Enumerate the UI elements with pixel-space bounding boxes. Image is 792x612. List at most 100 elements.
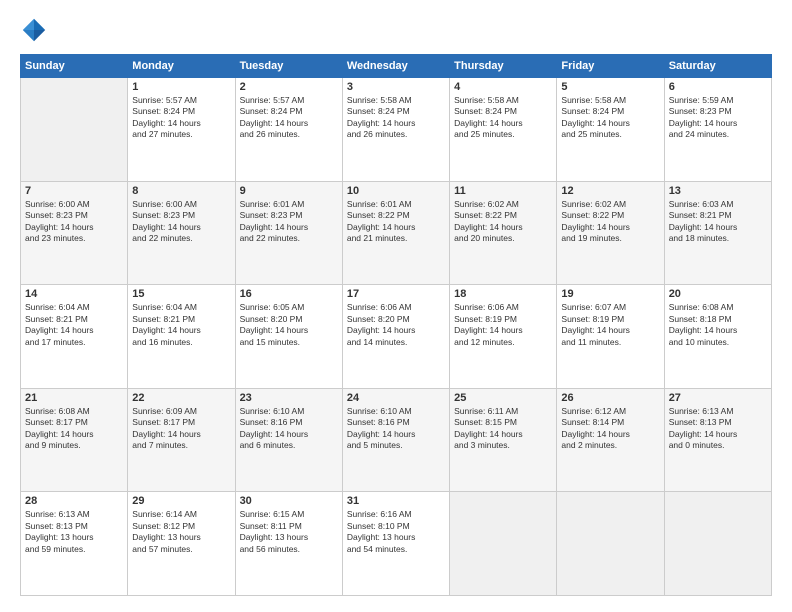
calendar-cell: 9 Sunrise: 6:01 AM Sunset: 8:23 PM Daylig… [235,181,342,285]
calendar-week-2: 7 Sunrise: 6:00 AM Sunset: 8:23 PM Daylig… [21,181,772,285]
day-info: Sunrise: 6:07 AM Sunset: 8:19 PM Dayligh… [561,302,659,348]
day-info: Sunrise: 6:02 AM Sunset: 8:22 PM Dayligh… [454,199,552,245]
weekday-header-row: SundayMondayTuesdayWednesdayThursdayFrid… [21,55,772,78]
day-number: 1 [132,81,230,93]
day-info: Sunrise: 6:00 AM Sunset: 8:23 PM Dayligh… [132,199,230,245]
day-info: Sunrise: 6:00 AM Sunset: 8:23 PM Dayligh… [25,199,123,245]
day-number: 14 [25,288,123,300]
weekday-header-wednesday: Wednesday [342,55,449,78]
calendar-cell: 5Sunrise: 5:58 AM Sunset: 8:24 PM Daylig… [557,78,664,182]
day-info: Sunrise: 5:58 AM Sunset: 8:24 PM Dayligh… [454,95,552,141]
day-number: 17 [347,288,445,300]
weekday-header-saturday: Saturday [664,55,771,78]
logo-icon [20,16,48,44]
calendar-week-5: 28 Sunrise: 6:13 AM Sunset: 8:13 PM Dayli… [21,492,772,596]
day-number: 31 [347,495,445,507]
day-info: Sunrise: 6:02 AM Sunset: 8:22 PM Dayligh… [561,199,659,245]
day-info: Sunrise: 5:58 AM Sunset: 8:24 PM Dayligh… [347,95,445,141]
calendar-cell: 11Sunrise: 6:02 AM Sunset: 8:22 PM Dayli… [450,181,557,285]
calendar-cell: 20 Sunrise: 6:08 AM Sunset: 8:18 PM Dayli… [664,285,771,389]
calendar-cell: 7 Sunrise: 6:00 AM Sunset: 8:23 PM Daylig… [21,181,128,285]
weekday-header-monday: Monday [128,55,235,78]
day-info: Sunrise: 6:01 AM Sunset: 8:23 PM Dayligh… [240,199,338,245]
day-info: Sunrise: 6:10 AM Sunset: 8:16 PM Dayligh… [240,406,338,452]
day-info: Sunrise: 6:06 AM Sunset: 8:19 PM Dayligh… [454,302,552,348]
calendar-cell: 10 Sunrise: 6:01 AM Sunset: 8:22 PM Dayli… [342,181,449,285]
day-info: Sunrise: 5:58 AM Sunset: 8:24 PM Dayligh… [561,95,659,141]
day-info: Sunrise: 6:08 AM Sunset: 8:18 PM Dayligh… [669,302,767,348]
day-info: Sunrise: 6:04 AM Sunset: 8:21 PM Dayligh… [25,302,123,348]
day-info: Sunrise: 6:15 AM Sunset: 8:11 PM Dayligh… [240,509,338,555]
day-number: 24 [347,392,445,404]
day-number: 30 [240,495,338,507]
weekday-header-tuesday: Tuesday [235,55,342,78]
day-info: Sunrise: 6:16 AM Sunset: 8:10 PM Dayligh… [347,509,445,555]
calendar-body: 1 Sunrise: 5:57 AM Sunset: 8:24 PM Daylig… [21,78,772,596]
day-info: Sunrise: 6:04 AM Sunset: 8:21 PM Dayligh… [132,302,230,348]
day-number: 9 [240,185,338,197]
day-info: Sunrise: 5:57 AM Sunset: 8:24 PM Dayligh… [240,95,338,141]
calendar-cell [450,492,557,596]
day-number: 16 [240,288,338,300]
day-number: 25 [454,392,552,404]
day-info: Sunrise: 6:12 AM Sunset: 8:14 PM Dayligh… [561,406,659,452]
day-info: Sunrise: 6:03 AM Sunset: 8:21 PM Dayligh… [669,199,767,245]
day-info: Sunrise: 6:05 AM Sunset: 8:20 PM Dayligh… [240,302,338,348]
calendar-cell: 31 Sunrise: 6:16 AM Sunset: 8:10 PM Dayli… [342,492,449,596]
calendar-cell: 24 Sunrise: 6:10 AM Sunset: 8:16 PM Dayli… [342,388,449,492]
page-header [20,16,772,44]
calendar-cell: 15 Sunrise: 6:04 AM Sunset: 8:21 PM Dayli… [128,285,235,389]
calendar-cell: 6 Sunrise: 5:59 AM Sunset: 8:23 PM Daylig… [664,78,771,182]
calendar-cell: 19 Sunrise: 6:07 AM Sunset: 8:19 PM Dayli… [557,285,664,389]
day-number: 19 [561,288,659,300]
day-number: 18 [454,288,552,300]
day-number: 8 [132,185,230,197]
calendar-cell: 2 Sunrise: 5:57 AM Sunset: 8:24 PM Daylig… [235,78,342,182]
day-info: Sunrise: 6:13 AM Sunset: 8:13 PM Dayligh… [25,509,123,555]
day-info: Sunrise: 6:06 AM Sunset: 8:20 PM Dayligh… [347,302,445,348]
day-number: 7 [25,185,123,197]
day-number: 2 [240,81,338,93]
calendar-week-4: 21Sunrise: 6:08 AM Sunset: 8:17 PM Dayli… [21,388,772,492]
logo [20,16,52,44]
calendar-cell: 25 Sunrise: 6:11 AM Sunset: 8:15 PM Dayli… [450,388,557,492]
day-number: 3 [347,81,445,93]
calendar-cell: 13 Sunrise: 6:03 AM Sunset: 8:21 PM Dayli… [664,181,771,285]
day-number: 10 [347,185,445,197]
day-number: 27 [669,392,767,404]
day-number: 12 [561,185,659,197]
weekday-header-thursday: Thursday [450,55,557,78]
calendar-cell: 23 Sunrise: 6:10 AM Sunset: 8:16 PM Dayli… [235,388,342,492]
day-number: 4 [454,81,552,93]
day-number: 6 [669,81,767,93]
day-number: 13 [669,185,767,197]
day-number: 28 [25,495,123,507]
calendar-week-3: 14 Sunrise: 6:04 AM Sunset: 8:21 PM Dayli… [21,285,772,389]
calendar-cell [21,78,128,182]
calendar-header: SundayMondayTuesdayWednesdayThursdayFrid… [21,55,772,78]
day-info: Sunrise: 6:11 AM Sunset: 8:15 PM Dayligh… [454,406,552,452]
calendar-cell: 30 Sunrise: 6:15 AM Sunset: 8:11 PM Dayli… [235,492,342,596]
weekday-header-friday: Friday [557,55,664,78]
calendar-cell: 17 Sunrise: 6:06 AM Sunset: 8:20 PM Dayli… [342,285,449,389]
day-number: 29 [132,495,230,507]
calendar-cell: 4 Sunrise: 5:58 AM Sunset: 8:24 PM Daylig… [450,78,557,182]
calendar-cell [664,492,771,596]
day-info: Sunrise: 6:10 AM Sunset: 8:16 PM Dayligh… [347,406,445,452]
calendar-cell: 16 Sunrise: 6:05 AM Sunset: 8:20 PM Dayli… [235,285,342,389]
day-number: 15 [132,288,230,300]
day-info: Sunrise: 6:14 AM Sunset: 8:12 PM Dayligh… [132,509,230,555]
day-number: 23 [240,392,338,404]
calendar-cell: 21Sunrise: 6:08 AM Sunset: 8:17 PM Dayli… [21,388,128,492]
calendar-cell: 14 Sunrise: 6:04 AM Sunset: 8:21 PM Dayli… [21,285,128,389]
day-number: 20 [669,288,767,300]
day-info: Sunrise: 6:01 AM Sunset: 8:22 PM Dayligh… [347,199,445,245]
day-number: 21 [25,392,123,404]
day-info: Sunrise: 6:13 AM Sunset: 8:13 PM Dayligh… [669,406,767,452]
calendar-cell: 12 Sunrise: 6:02 AM Sunset: 8:22 PM Dayli… [557,181,664,285]
day-info: Sunrise: 6:09 AM Sunset: 8:17 PM Dayligh… [132,406,230,452]
calendar-cell: 8 Sunrise: 6:00 AM Sunset: 8:23 PM Daylig… [128,181,235,285]
calendar-cell [557,492,664,596]
day-info: Sunrise: 5:59 AM Sunset: 8:23 PM Dayligh… [669,95,767,141]
calendar-cell: 27 Sunrise: 6:13 AM Sunset: 8:13 PM Dayli… [664,388,771,492]
